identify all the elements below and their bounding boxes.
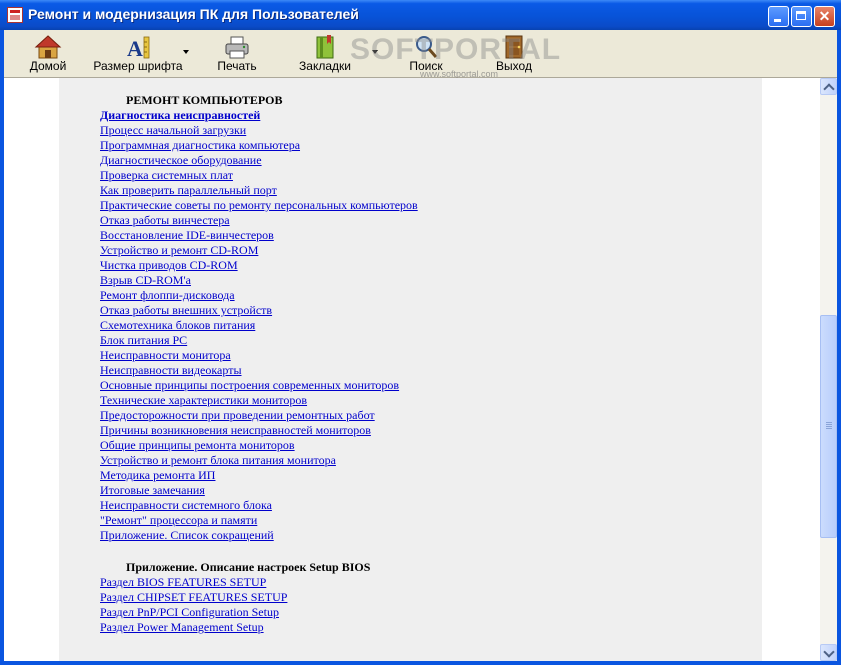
font-size-icon: A (127, 36, 150, 60)
toc-link[interactable]: Приложение. Список сокращений (100, 528, 274, 542)
minimize-icon (769, 7, 788, 26)
toc-link[interactable]: Неисправности видеокарты (100, 363, 242, 377)
toc-link[interactable]: Общие принципы ремонта мониторов (100, 438, 295, 452)
minimize-button[interactable] (768, 6, 789, 27)
close-button[interactable]: ✕ (814, 6, 835, 27)
maximize-icon (792, 7, 811, 26)
section-heading: Приложение. Описание настроек Setup BIOS (126, 560, 371, 574)
toc-link[interactable]: Практические советы по ремонту персональ… (100, 198, 418, 212)
scroll-up-button[interactable] (820, 78, 837, 95)
section-heading: РЕМОНТ КОМПЬЮТЕРОВ (126, 93, 283, 107)
toc-link[interactable]: Блок питания PC (100, 333, 187, 347)
bookmarks-label: Закладки (299, 59, 351, 73)
bookmarks-icon (316, 35, 334, 59)
toc-link[interactable]: Проверка системных плат (100, 168, 233, 182)
toc-link[interactable]: Итоговые замечания (100, 483, 205, 497)
toc-link[interactable]: Раздел CHIPSET FEATURES SETUP (100, 590, 287, 604)
print-label: Печать (217, 59, 257, 73)
toc-link[interactable]: Отказ работы внешних устройств (100, 303, 272, 317)
toc-link[interactable]: Схемотехника блоков питания (100, 318, 255, 332)
app-book-icon[interactable] (7, 7, 23, 23)
vertical-scrollbar[interactable] (820, 78, 837, 661)
content-area: РЕМОНТ КОМПЬЮТЕРОВ Диагностика неисправно… (4, 78, 820, 661)
toc-link[interactable]: Раздел Power Management Setup (100, 620, 264, 634)
font-size-button[interactable]: A Размер шрифта (92, 32, 184, 76)
toc-link[interactable]: Диагностика неисправностей (100, 108, 260, 122)
toc-link[interactable]: Основные принципы построения современных… (100, 378, 399, 392)
bookmarks-button[interactable]: Закладки (299, 32, 351, 76)
toc-link[interactable]: Предосторожности при проведении ремонтны… (100, 408, 375, 422)
scroll-thumb[interactable] (820, 315, 837, 538)
toc-link[interactable]: Как проверить параллельный порт (100, 183, 277, 197)
app-window: Ремонт и модернизация ПК для Пользовател… (0, 0, 841, 665)
title-bar[interactable]: Ремонт и модернизация ПК для Пользовател… (0, 0, 841, 30)
window-title: Ремонт и модернизация ПК для Пользовател… (28, 6, 359, 22)
toc-link[interactable]: "Ремонт" процессора и памяти (100, 513, 257, 527)
toc-link[interactable]: Причины возникновения неисправностей мон… (100, 423, 371, 437)
toc-link[interactable]: Отказ работы винчестера (100, 213, 230, 227)
font-size-dropdown-arrow-icon[interactable] (183, 50, 189, 54)
scroll-down-button[interactable] (820, 644, 837, 661)
toc-link[interactable]: Восстановление IDE-винчестеров (100, 228, 274, 242)
toc-link[interactable]: Раздел BIOS FEATURES SETUP (100, 575, 266, 589)
watermark-logo: SOFTPORTAL (350, 33, 562, 66)
toc-link[interactable]: Диагностическое оборудование (100, 153, 262, 167)
svg-text:A: A (127, 36, 143, 60)
printer-icon (225, 36, 249, 59)
toc-link[interactable]: Раздел PnP/PCI Configuration Setup (100, 605, 279, 619)
toc-link[interactable]: Программная диагностика компьютера (100, 138, 300, 152)
toc-link[interactable]: Неисправности системного блока (100, 498, 272, 512)
home-label: Домой (29, 59, 67, 73)
content-frame: РЕМОНТ КОМПЬЮТЕРОВ Диагностика неисправно… (4, 78, 837, 661)
toc-link[interactable]: Ремонт флоппи-дисковода (100, 288, 235, 302)
toc-link[interactable]: Взрыв CD-ROM'a (100, 273, 191, 287)
toc-link[interactable]: Устройство и ремонт блока питания монито… (100, 453, 336, 467)
toc-link[interactable]: Технические характеристики мониторов (100, 393, 307, 407)
toc-link[interactable]: Чистка приводов CD-ROM (100, 258, 238, 272)
toc-link[interactable]: Методика ремонта ИП (100, 468, 215, 482)
home-button[interactable]: Домой (28, 32, 68, 76)
toc-link[interactable]: Процесс начальной загрузки (100, 123, 246, 137)
toc-link[interactable]: Неисправности монитора (100, 348, 231, 362)
print-button[interactable]: Печать (214, 32, 260, 76)
home-icon (34, 35, 62, 59)
font-size-label: Размер шрифта (93, 59, 183, 73)
maximize-button[interactable] (791, 6, 812, 27)
close-icon: ✕ (818, 8, 831, 24)
toc-link[interactable]: Устройство и ремонт CD-ROM (100, 243, 258, 257)
